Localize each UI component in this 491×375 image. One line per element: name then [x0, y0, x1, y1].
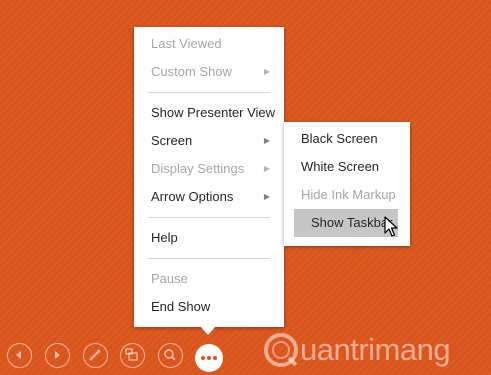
menu-divider — [148, 217, 270, 218]
mouse-cursor-icon — [384, 216, 398, 237]
next-icon[interactable] — [45, 343, 70, 368]
menu-item-display-settings: Display Settings ▶ — [134, 155, 284, 183]
submenu-arrow-icon: ▶ — [263, 192, 270, 201]
slides-icon[interactable] — [120, 343, 145, 368]
menu-item-label: Hide Ink Markup — [301, 187, 396, 202]
menu-item-last-viewed: Last Viewed — [134, 30, 284, 58]
menu-item-arrow-options[interactable]: Arrow Options ▶ — [134, 183, 284, 211]
menu-item-label: Show Presenter View — [151, 105, 276, 120]
menu-item-pause: Pause — [134, 265, 284, 293]
context-menu: Last Viewed Custom Show ▶ Show Presenter… — [134, 27, 284, 327]
menu-item-label: Arrow Options — [151, 189, 234, 204]
menu-item-label: Pause — [151, 271, 188, 286]
menu-item-end-show[interactable]: End Show — [134, 293, 284, 321]
more-options-icon[interactable] — [195, 344, 223, 372]
submenu-arrow-icon: ▶ — [263, 164, 270, 173]
submenu-item-white-screen[interactable]: White Screen — [284, 153, 410, 181]
watermark-logo-icon — [264, 333, 298, 367]
menu-pointer — [200, 326, 216, 335]
menu-item-label: End Show — [151, 299, 211, 314]
menu-item-label: Screen — [151, 133, 193, 148]
submenu-item-hide-ink-markup: Hide Ink Markup — [284, 181, 410, 209]
previous-icon[interactable] — [7, 343, 32, 368]
menu-item-label: Last Viewed — [151, 36, 222, 51]
submenu-item-show-taskbar[interactable]: Show Taskbar — [294, 209, 398, 237]
submenu-item-black-screen[interactable]: Black Screen — [284, 125, 410, 153]
zoom-icon[interactable] — [158, 343, 183, 368]
menu-item-label: Help — [151, 230, 178, 245]
menu-divider — [148, 258, 270, 259]
menu-item-label: Black Screen — [301, 131, 378, 146]
menu-item-label: Custom Show — [151, 64, 232, 79]
menu-item-label: Display Settings — [151, 161, 245, 176]
menu-item-label: Show Taskbar — [311, 215, 393, 230]
pen-icon[interactable] — [83, 343, 108, 368]
menu-item-screen[interactable]: Screen ▶ — [134, 127, 284, 155]
menu-item-custom-show: Custom Show ▶ — [134, 58, 284, 86]
menu-item-label: White Screen — [301, 159, 380, 174]
menu-divider — [148, 92, 270, 93]
menu-item-help[interactable]: Help — [134, 224, 284, 252]
submenu-arrow-icon: ▶ — [263, 67, 270, 76]
menu-item-show-presenter-view[interactable]: Show Presenter View — [134, 99, 284, 127]
watermark: uantrimang — [262, 330, 451, 370]
submenu-arrow-icon: ▶ — [263, 136, 270, 145]
watermark-text: uantrimang — [300, 332, 451, 367]
